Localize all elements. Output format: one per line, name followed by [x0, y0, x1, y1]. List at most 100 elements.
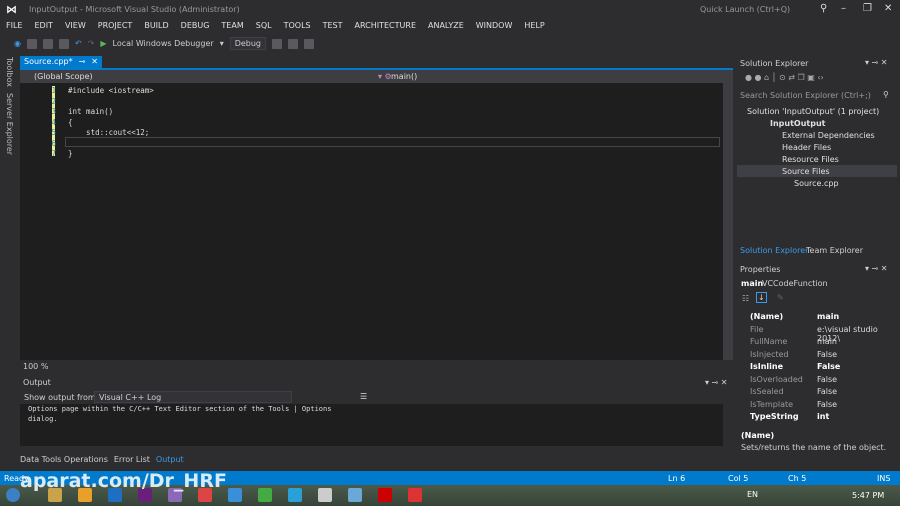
se-toolbar-icons[interactable]: ● ● ⌂ │ ⊙ ⇄ ❐ ▣ ‹› [745, 73, 824, 82]
object-type[interactable]: VCCodeFunction [762, 279, 828, 288]
search-icon[interactable]: ⚲ [820, 3, 827, 14]
code-line[interactable]: int main() [68, 107, 113, 116]
panel-controls[interactable]: ▾ ⊸ ✕ [865, 58, 888, 67]
property-value[interactable]: False [817, 400, 837, 409]
scope-dropdown[interactable]: (Global Scope) [34, 72, 93, 81]
tab-data-tools[interactable]: Data Tools Operations [20, 455, 108, 464]
property-row[interactable]: TypeString int [750, 412, 900, 424]
quick-launch-input[interactable]: Quick Launch (Ctrl+Q) [700, 5, 790, 14]
debugger-button[interactable]: Local Windows Debugger [113, 39, 214, 48]
toolbar-icon[interactable] [272, 38, 283, 49]
tree-item-source-files[interactable]: Source Files [782, 167, 830, 176]
server-explorer-tab[interactable]: Server Explorer [5, 93, 14, 155]
menu-project[interactable]: PROJECT [92, 19, 139, 33]
taskbar-app-icon[interactable] [228, 488, 242, 502]
close-tab-icon[interactable]: ✕ [91, 57, 98, 68]
tree-item-project[interactable]: InputOutput [770, 119, 825, 128]
menu-debug[interactable]: DEBUG [175, 19, 216, 33]
status-ln: Ln 6 [668, 474, 686, 483]
save-icon[interactable] [42, 38, 53, 49]
config-select[interactable]: Debug [229, 37, 267, 50]
code-line[interactable]: std::cout<<12; [68, 128, 149, 137]
property-value[interactable]: False [817, 387, 837, 396]
categorized-icon[interactable]: ☷ [742, 294, 749, 303]
toolbar-icon[interactable] [288, 38, 299, 49]
taskbar-app-icon[interactable] [408, 488, 422, 502]
property-row[interactable]: IsTemplate False [750, 400, 900, 412]
menu-sql[interactable]: SQL [250, 19, 278, 33]
tab-solution-explorer[interactable]: Solution Explorer [740, 246, 808, 255]
tree-item-solution[interactable]: Solution 'InputOutput' (1 project) [747, 107, 879, 116]
property-row[interactable]: File e:\visual studio 2012\ [750, 325, 900, 343]
tree-item-header-files[interactable]: Header Files [782, 143, 831, 152]
back-icon[interactable]: ◉ [14, 39, 21, 48]
toolbox-tab[interactable]: Toolbox [5, 57, 14, 87]
taskbar-app-icon[interactable] [288, 488, 302, 502]
property-row[interactable]: (Name) main [750, 312, 900, 324]
tab-team-explorer[interactable]: Team Explorer [806, 246, 863, 255]
zoom-level[interactable]: 100 % [23, 362, 48, 371]
start-button[interactable] [6, 488, 20, 502]
member-dropdown[interactable]: main() [391, 72, 417, 81]
pin-icon[interactable]: ⊸ [79, 57, 86, 68]
menu-test[interactable]: TEST [317, 19, 349, 33]
menu-team[interactable]: TEAM [215, 19, 249, 33]
taskbar-app-icon[interactable] [318, 488, 332, 502]
output-source-select[interactable]: Visual C++ Log [94, 391, 292, 403]
tab-output[interactable]: Output [156, 455, 184, 464]
alphabetical-icon[interactable]: ↓ [756, 292, 767, 303]
taskbar-app-icon[interactable] [348, 488, 362, 502]
tree-item-external-deps[interactable]: External Dependencies [782, 131, 875, 140]
tree-item-source-cpp[interactable]: Source.cpp [794, 179, 839, 188]
language-indicator[interactable]: EN [747, 490, 758, 499]
property-row[interactable]: IsInjected False [750, 350, 900, 362]
search-icon[interactable]: ⚲ [883, 90, 889, 99]
start-debug-icon[interactable]: ▶ [100, 39, 106, 48]
new-project-icon[interactable] [26, 38, 37, 49]
menu-analyze[interactable]: ANALYZE [422, 19, 470, 33]
property-row[interactable]: IsInline False [750, 362, 900, 374]
menu-help[interactable]: HELP [518, 19, 550, 33]
code-line[interactable]: { [68, 118, 73, 127]
code-line[interactable]: } [68, 149, 73, 158]
taskbar-app-icon[interactable] [258, 488, 272, 502]
menu-view[interactable]: VIEW [59, 19, 92, 33]
property-row[interactable]: FullName main [750, 337, 900, 349]
taskbar-app-icon[interactable] [378, 488, 392, 502]
property-row[interactable]: IsSealed False [750, 387, 900, 399]
code-editor[interactable]: 1 #include <iostream> 2 3 int main() 4 {5 std:… [20, 83, 723, 360]
save-all-icon[interactable] [58, 38, 69, 49]
tree-item-resource-files[interactable]: Resource Files [782, 155, 839, 164]
output-window-controls[interactable]: ▾ ⊸ ✕ [705, 378, 728, 387]
solution-search-input[interactable]: Search Solution Explorer (Ctrl+;) [740, 91, 871, 100]
tab-error-list[interactable]: Error List [114, 455, 150, 464]
property-value[interactable]: False [817, 350, 837, 359]
wrench-icon[interactable]: ✎ [777, 293, 784, 302]
desc-text: Sets/returns the name of the object. [741, 443, 887, 452]
minimize-button[interactable]: – [841, 3, 846, 14]
menu-window[interactable]: WINDOW [470, 19, 519, 33]
menu-file[interactable]: FILE [0, 19, 28, 33]
menu-build[interactable]: BUILD [138, 19, 174, 33]
undo-icon[interactable]: ↶ [75, 39, 82, 48]
bookmark-icon[interactable] [304, 38, 315, 49]
close-button[interactable]: ✕ [884, 3, 892, 14]
property-value[interactable]: main [817, 337, 837, 346]
property-value[interactable]: False [817, 375, 837, 384]
restore-button[interactable]: ❐ [863, 3, 872, 14]
property-row[interactable]: IsOverloaded False [750, 375, 900, 387]
clear-all-icon[interactable]: ☰ [360, 392, 367, 401]
clock[interactable]: 5:47 PM [852, 491, 884, 500]
editor-scrollbar[interactable] [723, 83, 733, 360]
object-name[interactable]: main [741, 279, 763, 288]
menu-edit[interactable]: EDIT [28, 19, 58, 33]
code-line[interactable]: #include <iostream> [68, 86, 154, 95]
property-value[interactable]: False [817, 362, 840, 371]
output-text[interactable]: Options page within the C/C++ Text Edito… [20, 404, 723, 446]
menu-tools[interactable]: TOOLS [278, 19, 317, 33]
menu-architecture[interactable]: ARCHITECTURE [349, 19, 422, 33]
redo-icon[interactable]: ↷ [88, 39, 95, 48]
panel-controls[interactable]: ▾ ⊸ ✕ [865, 264, 888, 273]
property-value[interactable]: main [817, 312, 839, 321]
property-value[interactable]: int [817, 412, 829, 421]
